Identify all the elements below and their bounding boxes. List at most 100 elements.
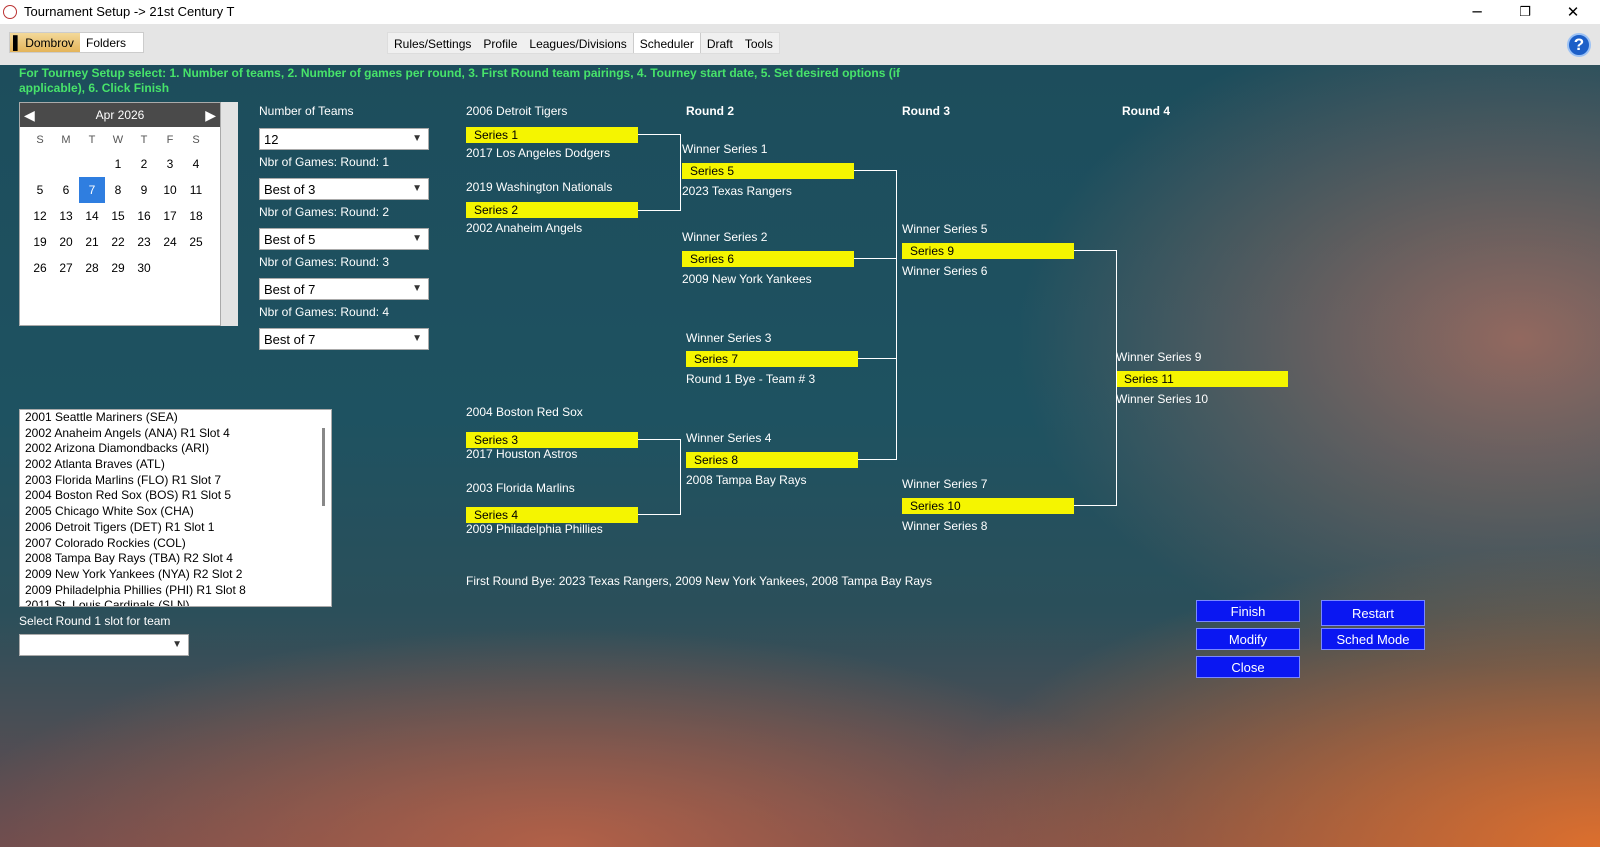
list-item[interactable]: 2008 Tampa Bay Rays (TBA) R2 Slot 4 <box>20 551 331 567</box>
calendar-day[interactable]: 3 <box>157 151 183 177</box>
calendar-day[interactable]: 4 <box>183 151 209 177</box>
series3-box[interactable]: Series 3 <box>466 432 638 448</box>
calendar-day[interactable] <box>157 255 183 281</box>
sched-mode-button[interactable]: Sched Mode <box>1321 628 1425 650</box>
round3-games-dropdown[interactable]: Best of 7 ▼ <box>259 278 429 300</box>
calendar-day[interactable]: 1 <box>105 151 131 177</box>
teams-value: 12 <box>264 131 279 147</box>
maximize-button[interactable]: ❐ <box>1502 0 1548 24</box>
calendar-day[interactable]: 20 <box>53 229 79 255</box>
calendar-day[interactable]: 30 <box>131 255 157 281</box>
calendar-day[interactable]: 13 <box>53 203 79 229</box>
calendar-day[interactable]: 16 <box>131 203 157 229</box>
calendar-day[interactable]: 14 <box>79 203 105 229</box>
calendar-day[interactable]: 8 <box>105 177 131 203</box>
series5-box[interactable]: Series 5 <box>682 163 854 179</box>
restart-button[interactable]: Restart <box>1321 600 1425 626</box>
list-item[interactable]: 2002 Arizona Diamondbacks (ARI) <box>20 441 331 457</box>
series7-box[interactable]: Series 7 <box>686 351 858 367</box>
tab-profile[interactable]: Profile <box>477 33 523 53</box>
series4-team-bottom: 2009 Philadelphia Phillies <box>466 522 603 536</box>
finish-button[interactable]: Finish <box>1196 600 1300 622</box>
series4-box[interactable]: Series 4 <box>466 507 638 523</box>
modify-button[interactable]: Modify <box>1196 628 1300 650</box>
close-window-button[interactable]: ✕ <box>1550 0 1596 24</box>
list-item[interactable]: 2006 Detroit Tigers (DET) R1 Slot 1 <box>20 520 331 536</box>
calendar-day[interactable]: 21 <box>79 229 105 255</box>
series6-box[interactable]: Series 6 <box>682 251 854 267</box>
series8-box[interactable]: Series 8 <box>686 452 858 468</box>
tab-leagues-divisions[interactable]: Leagues/Divisions <box>523 33 632 53</box>
tab-tools[interactable]: Tools <box>739 33 779 53</box>
series7-team-top: Winner Series 3 <box>686 331 772 345</box>
first-round-bye-note: First Round Bye: 2023 Texas Rangers, 200… <box>466 574 933 588</box>
calendar-day[interactable]: 19 <box>27 229 53 255</box>
list-item[interactable]: 2002 Anaheim Angels (ANA) R1 Slot 4 <box>20 426 331 442</box>
series10-team-bottom: Winner Series 8 <box>902 519 988 533</box>
round2-games-dropdown[interactable]: Best of 5 ▼ <box>259 228 429 250</box>
list-scrollbar[interactable] <box>322 428 325 506</box>
bracket-line <box>1074 250 1116 251</box>
calendar-day[interactable]: 10 <box>157 177 183 203</box>
calendar-day[interactable]: 11 <box>183 177 209 203</box>
round1-games-dropdown[interactable]: Best of 3 ▼ <box>259 178 429 200</box>
calendar-day[interactable]: 24 <box>157 229 183 255</box>
calendar-day[interactable]: 9 <box>131 177 157 203</box>
slot-select-dropdown[interactable]: ▼ <box>19 634 189 656</box>
list-item[interactable]: 2003 Florida Marlins (FLO) R1 Slot 7 <box>20 473 331 489</box>
list-item[interactable]: 2009 New York Yankees (NYA) R2 Slot 2 <box>20 567 331 583</box>
next-month-icon[interactable]: ▶ <box>205 107 216 124</box>
calendar[interactable]: ◀ Apr 2026 ▶ S M T W T F S 1 2 3 4 5 6 7… <box>19 102 221 326</box>
calendar-day[interactable]: 12 <box>27 203 53 229</box>
calendar-day[interactable]: 6 <box>53 177 79 203</box>
calendar-day[interactable]: 15 <box>105 203 131 229</box>
list-item[interactable]: 2007 Colorado Rockies (COL) <box>20 536 331 552</box>
folders-button[interactable]: ▌ Dombrov Folders <box>9 32 144 53</box>
team-list[interactable]: 2001 Seattle Mariners (SEA) 2002 Anaheim… <box>19 409 332 607</box>
round2-games-value: Best of 5 <box>264 231 316 247</box>
tab-scheduler[interactable]: Scheduler <box>632 33 701 53</box>
calendar-day[interactable]: 2 <box>131 151 157 177</box>
bracket-line <box>680 134 681 211</box>
calendar-day[interactable]: 29 <box>105 255 131 281</box>
series9-box[interactable]: Series 9 <box>902 243 1074 259</box>
calendar-day[interactable]: 5 <box>27 177 53 203</box>
list-item[interactable]: 2011 St. Louis Cardinals (SLN) <box>20 598 331 606</box>
round3-games-value: Best of 7 <box>264 281 316 297</box>
calendar-day[interactable]: 23 <box>131 229 157 255</box>
list-item[interactable]: 2009 Philadelphia Phillies (PHI) R1 Slot… <box>20 583 331 599</box>
toolbar <box>0 24 1600 65</box>
list-item[interactable]: 2004 Boston Red Sox (BOS) R1 Slot 5 <box>20 488 331 504</box>
round4-games-dropdown[interactable]: Best of 7 ▼ <box>259 328 429 350</box>
calendar-day[interactable] <box>27 151 53 177</box>
list-item[interactable]: 2001 Seattle Mariners (SEA) <box>20 410 331 426</box>
close-button[interactable]: Close <box>1196 656 1300 678</box>
calendar-day[interactable]: 27 <box>53 255 79 281</box>
list-item[interactable]: 2002 Atlanta Braves (ATL) <box>20 457 331 473</box>
tab-draft[interactable]: Draft <box>701 33 739 53</box>
series3-team-bottom: 2017 Houston Astros <box>466 447 578 461</box>
calendar-day[interactable]: 18 <box>183 203 209 229</box>
series10-box[interactable]: Series 10 <box>902 498 1074 514</box>
help-icon[interactable]: ? <box>1567 33 1591 57</box>
calendar-day[interactable]: 26 <box>27 255 53 281</box>
calendar-day[interactable] <box>53 151 79 177</box>
series11-box[interactable]: Series 11 <box>1116 371 1288 387</box>
minimize-button[interactable]: ─ <box>1454 0 1500 24</box>
tab-rules-settings[interactable]: Rules/Settings <box>388 33 477 53</box>
series2-box[interactable]: Series 2 <box>466 202 638 218</box>
calendar-day[interactable]: 28 <box>79 255 105 281</box>
dombrov-chip[interactable]: ▌ Dombrov <box>10 33 80 52</box>
series6-team-bottom: 2009 New York Yankees <box>682 272 812 286</box>
calendar-day[interactable] <box>183 255 209 281</box>
calendar-day[interactable]: 17 <box>157 203 183 229</box>
series1-box[interactable]: Series 1 <box>466 127 638 143</box>
teams-dropdown[interactable]: 12 ▼ <box>259 128 429 150</box>
slot-select-label: Select Round 1 slot for team <box>19 614 171 628</box>
calendar-day[interactable]: 25 <box>183 229 209 255</box>
prev-month-icon[interactable]: ◀ <box>24 107 35 124</box>
calendar-day-selected[interactable]: 7 <box>79 177 105 203</box>
list-item[interactable]: 2005 Chicago White Sox (CHA) <box>20 504 331 520</box>
calendar-day[interactable]: 22 <box>105 229 131 255</box>
calendar-day[interactable] <box>79 151 105 177</box>
